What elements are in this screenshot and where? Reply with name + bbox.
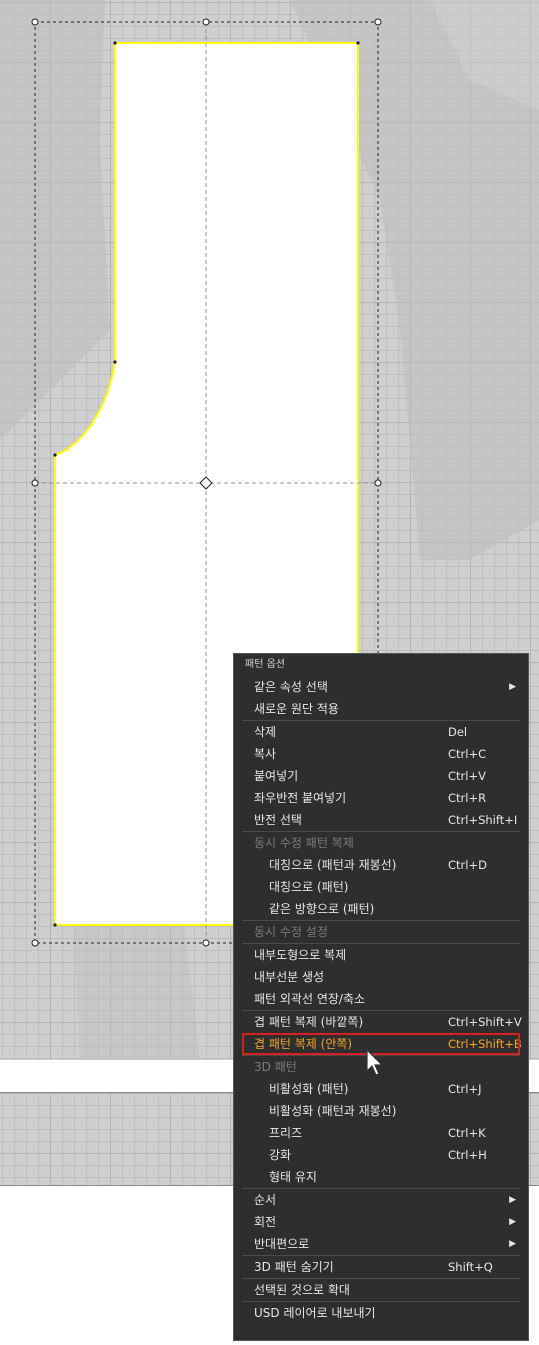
menu-item-label: 반대편으로 [254,1237,310,1251]
menu-item-label: 같은 속성 선택 [254,680,328,694]
menu-item-clone-layer-outside[interactable]: 겹 패턴 복제 (바깥쪽) Ctrl+Shift+V [234,1011,528,1033]
menu-item-delete[interactable]: 삭제 Del [234,721,528,743]
menu-item-hide-3d-pattern[interactable]: 3D 패턴 숨기기 Shift+Q [234,1256,528,1278]
submenu-arrow-icon: ▶ [509,1217,516,1227]
menu-item-freeze[interactable]: 프리즈 Ctrl+K [234,1122,528,1144]
menu-item-invert-selection[interactable]: 반전 선택 Ctrl+Shift+I [234,809,528,831]
menu-item-keep-shape[interactable]: 형태 유지 [234,1166,528,1188]
menu-item-export-usd-layer[interactable]: USD 레이어로 내보내기 [234,1302,528,1324]
menu-item-label: 형태 유지 [269,1170,317,1184]
menu-item-same-direction-pattern[interactable]: 같은 방향으로 (패턴) [234,898,528,920]
menu-item-label: 선택된 것으로 확대 [254,1283,350,1297]
menu-item-label: 복사 [254,747,277,761]
menu-item-to-opposite-side[interactable]: 반대편으로 ▶ [234,1233,528,1255]
menu-item-label: 겹 패턴 복제 (안쪽) [254,1037,353,1051]
menu-item-extend-shrink-outline[interactable]: 패턴 외곽선 연장/축소 [234,988,528,1010]
menu-item-shortcut: Ctrl+H [448,1148,487,1162]
menu-item-shortcut: Del [448,725,468,739]
menu-title: 패턴 옵션 [245,659,285,670]
menu-item-label: 삭제 [254,725,277,739]
submenu-arrow-icon: ▶ [509,1239,516,1249]
menu-item-label: 내부선분 생성 [254,970,325,984]
menu-item-label: 패턴 외곽선 연장/축소 [254,992,366,1006]
menu-item-paste[interactable]: 붙여넣기 Ctrl+V [234,765,528,787]
menu-item-rotate[interactable]: 회전 ▶ [234,1211,528,1233]
menu-item-shortcut: Shift+Q [448,1260,493,1274]
menu-item-shortcut: Ctrl+Shift+I [448,813,518,827]
menu-item-label: 프리즈 [269,1126,303,1140]
menu-item-label: 겹 패턴 복제 (바깥쪽) [254,1015,364,1029]
menu-item-shortcut: Ctrl+J [448,1082,482,1096]
menu-item-label: 대칭으로 (패턴) [269,880,349,894]
menu-item-order[interactable]: 순서 ▶ [234,1189,528,1211]
menu-item-label: 3D 패턴 숨기기 [254,1260,334,1274]
menu-item-label: 같은 방향으로 (패턴) [269,902,375,916]
menu-item-label: 동시 수정 패턴 복제 [254,836,354,850]
menu-item-label: 비활성화 (패턴과 재봉선) [269,1104,397,1118]
menu-item-label: 3D 패턴 [254,1060,297,1074]
menu-item-select-same-attribute[interactable]: 같은 속성 선택 ▶ [234,676,528,698]
menu-item-copy[interactable]: 복사 Ctrl+C [234,743,528,765]
menu-item-linked-edit-settings: 동시 수정 설정 [234,921,528,943]
submenu-arrow-icon: ▶ [509,1195,516,1205]
submenu-arrow-icon: ▶ [509,682,516,692]
menu-item-label: 대칭으로 (패턴과 재봉선) [269,858,397,872]
menu-item-apply-new-fabric[interactable]: 새로운 원단 적용 [234,698,528,720]
menu-item-deactivate-pattern[interactable]: 비활성화 (패턴) Ctrl+J [234,1078,528,1100]
menu-item-zoom-to-selected[interactable]: 선택된 것으로 확대 [234,1279,528,1301]
menu-section-linked-clone: 동시 수정 패턴 복제 [234,832,528,854]
menu-item-strengthen[interactable]: 강화 Ctrl+H [234,1144,528,1166]
menu-item-label: 회전 [254,1215,277,1229]
menu-item-label: 비활성화 (패턴) [269,1082,349,1096]
menu-item-shortcut: Ctrl+D [448,858,487,872]
menu-item-paste-mirrored[interactable]: 좌우반전 붙여넣기 Ctrl+R [234,787,528,809]
menu-item-clone-as-internal-shape[interactable]: 내부도형으로 복제 [234,944,528,966]
menu-item-label: 강화 [269,1148,292,1162]
menu-item-label: 새로운 원단 적용 [254,702,339,716]
menu-item-symmetric-pattern-and-seam[interactable]: 대칭으로 (패턴과 재봉선) Ctrl+D [234,854,528,876]
menu-item-shortcut: Ctrl+R [448,791,487,805]
menu-item-symmetric-pattern[interactable]: 대칭으로 (패턴) [234,876,528,898]
context-menu-pattern-options: 패턴 옵션 같은 속성 선택 ▶ 새로운 원단 적용 삭제 Del 복사 Ctr… [233,653,529,1341]
menu-item-label: 동시 수정 설정 [254,925,328,939]
menu-item-shortcut: Ctrl+V [448,769,486,783]
menu-item-label: 순서 [254,1193,277,1207]
menu-item-label: USD 레이어로 내보내기 [254,1306,376,1320]
menu-item-label: 내부도형으로 복제 [254,948,347,962]
menu-item-shortcut: Ctrl+K [448,1126,486,1140]
menu-item-label: 좌우반전 붙여넣기 [254,791,347,805]
menu-item-deactivate-pattern-and-seam[interactable]: 비활성화 (패턴과 재봉선) [234,1100,528,1122]
menu-item-shortcut: Ctrl+C [448,747,487,761]
menu-item-label: 반전 선택 [254,813,302,827]
menu-item-label: 붙여넣기 [254,769,299,783]
menu-item-shortcut: Ctrl+Shift+V [448,1015,522,1029]
mouse-pointer-icon [366,1049,384,1076]
menu-item-create-internal-line[interactable]: 내부선분 생성 [234,966,528,988]
menu-item-shortcut: Ctrl+Shift+B [448,1037,522,1051]
